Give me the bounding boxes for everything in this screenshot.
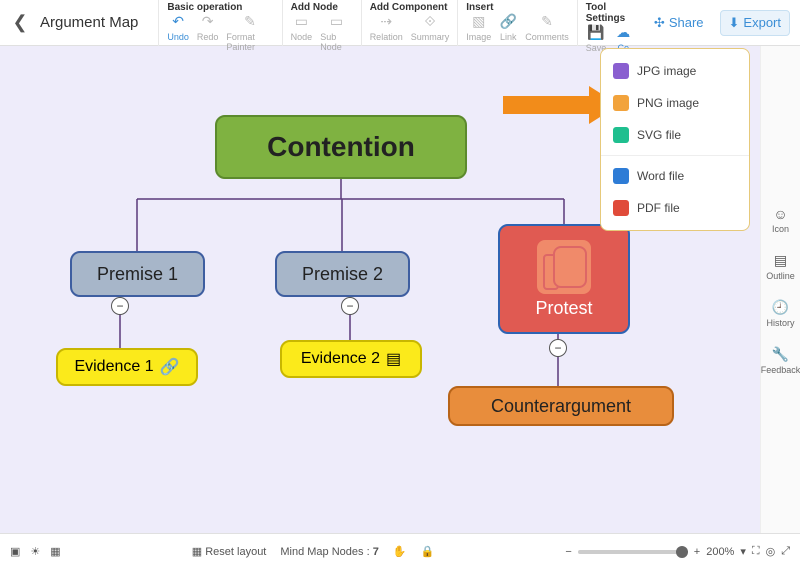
rail-icon[interactable]: ☺Icon [772,206,789,234]
zoom-out-button[interactable]: − [565,546,571,558]
right-actions: ✣Share ⬇Export [646,10,800,36]
fullscreen-icon[interactable]: ⤢ [781,545,790,558]
zoom-slider[interactable] [578,550,688,554]
toolbar: Basic operation ↶Undo ↷Redo ✎Format Pain… [158,0,646,46]
thumbs-down-icon [537,240,591,294]
group-addcomp-label: Add Component [366,2,454,13]
statusbar: ▣ ☀ ▦ ▦ Reset layout Mind Map Nodes : 7 … [0,533,800,569]
node-button[interactable]: ▭Node [287,13,317,52]
collapse-toggle-premise2[interactable]: − [341,297,359,315]
node-evidence-1[interactable]: Evidence 1🔗 [56,348,198,386]
link-icon: 🔗 [499,13,517,31]
topbar: ❮ Argument Map Basic operation ↶Undo ↷Re… [0,0,800,46]
rail-history[interactable]: 🕘History [766,299,794,328]
group-insert-label: Insert [462,2,573,13]
png-icon [613,95,629,111]
export-svg[interactable]: SVG file [601,119,749,151]
status-center: ▦ Reset layout Mind Map Nodes : 7 ✋ 🔒 [61,545,566,558]
rail-outline[interactable]: ▤Outline [766,252,795,281]
fit-screen-icon[interactable]: ⛶ [752,545,760,558]
link-icon: 🔗 [160,357,180,377]
subnode-button[interactable]: ▭Sub Node [316,13,357,52]
brightness-icon[interactable]: ☀ [30,545,40,558]
undo-icon: ↶ [169,13,187,31]
node-counterargument[interactable]: Counterargument [448,386,674,426]
collapse-toggle-premise1[interactable]: − [111,297,129,315]
link-button[interactable]: 🔗Link [495,13,521,42]
redo-button[interactable]: ↷Redo [193,13,223,52]
export-png[interactable]: PNG image [601,87,749,119]
export-menu: JPG image PNG image SVG file Word file P… [600,48,750,231]
share-icon: ✣ [654,15,665,31]
export-word[interactable]: Word file [601,160,749,192]
status-right: − + 200% ▾ ⛶ ◎ ⤢ [565,545,790,558]
relation-button[interactable]: ⇢Relation [366,13,407,42]
node-premise-2[interactable]: Premise 2 [275,251,410,297]
export-pdf[interactable]: PDF file [601,192,749,224]
comments-icon: ✎ [538,13,556,31]
group-addnode-label: Add Node [287,2,357,13]
group-basic: Basic operation ↶Undo ↷Redo ✎Format Pain… [158,0,281,46]
group-addnode: Add Node ▭Node ▭Sub Node [282,0,361,46]
group-basic-label: Basic operation [163,2,277,13]
status-left: ▣ ☀ ▦ [10,545,61,558]
clock-icon: 🕘 [772,299,789,316]
undo-button[interactable]: ↶Undo [163,13,193,52]
reset-layout-button[interactable]: ▦ Reset layout [192,545,267,558]
outline-icon: ▤ [774,252,787,269]
cloud-icon: ☁ [614,24,632,42]
center-icon[interactable]: ◎ [766,545,776,558]
collapse-toggle-protest[interactable]: − [549,339,567,357]
zoom-value: 200% [706,546,734,558]
export-button[interactable]: ⬇Export [720,10,790,36]
back-arrow-icon[interactable]: ❮ [0,12,40,33]
export-icon: ⬇ [729,15,740,31]
hand-tool-icon[interactable]: ✋ [393,545,407,558]
wrench-icon: 🔧 [772,346,789,363]
node-premise-1[interactable]: Premise 1 [70,251,205,297]
share-button[interactable]: ✣Share [646,11,712,35]
node-evidence-2[interactable]: Evidence 2▤ [280,340,422,378]
subnode-icon: ▭ [327,13,345,31]
image-icon: ▧ [470,13,488,31]
group-insert: Insert ▧Image 🔗Link ✎Comments [457,0,577,46]
image-button[interactable]: ▧Image [462,13,495,42]
smile-icon: ☺ [773,206,787,222]
summary-button[interactable]: ⟐Summary [407,13,454,42]
group-tool: Tool Settings 💾Save ☁Co [577,0,646,46]
zoom-dropdown-icon[interactable]: ▾ [740,545,746,558]
lock-icon[interactable]: 🔒 [421,545,435,558]
group-addcomp: Add Component ⇢Relation ⟐Summary [361,0,458,46]
relation-icon: ⇢ [377,13,395,31]
node-contention[interactable]: Contention [215,115,467,179]
page-title: Argument Map [40,14,138,31]
redo-icon: ↷ [199,13,217,31]
summary-icon: ⟐ [421,13,439,31]
jpg-icon [613,63,629,79]
right-rail: ☺Icon ▤Outline 🕘History 🔧Feedback [760,46,800,533]
svg-icon [613,127,629,143]
grid-icon[interactable]: ▦ [50,545,60,558]
word-icon [613,168,629,184]
save-icon: 💾 [587,24,605,42]
rail-feedback[interactable]: 🔧Feedback [761,346,800,375]
canvas[interactable]: Contention Premise 1 Premise 2 Protest E… [0,46,760,533]
export-jpg[interactable]: JPG image [601,55,749,87]
format-painter-button[interactable]: ✎Format Painter [222,13,277,52]
presentation-icon[interactable]: ▣ [10,545,20,558]
format-painter-icon: ✎ [241,13,259,31]
group-tool-label: Tool Settings [582,2,642,24]
comments-button[interactable]: ✎Comments [521,13,573,42]
pdf-icon [613,200,629,216]
node-protest[interactable]: Protest [498,224,630,334]
note-icon: ▤ [386,349,401,369]
node-icon: ▭ [292,13,310,31]
zoom-in-button[interactable]: + [694,546,700,558]
node-count: Mind Map Nodes : 7 [280,546,378,558]
